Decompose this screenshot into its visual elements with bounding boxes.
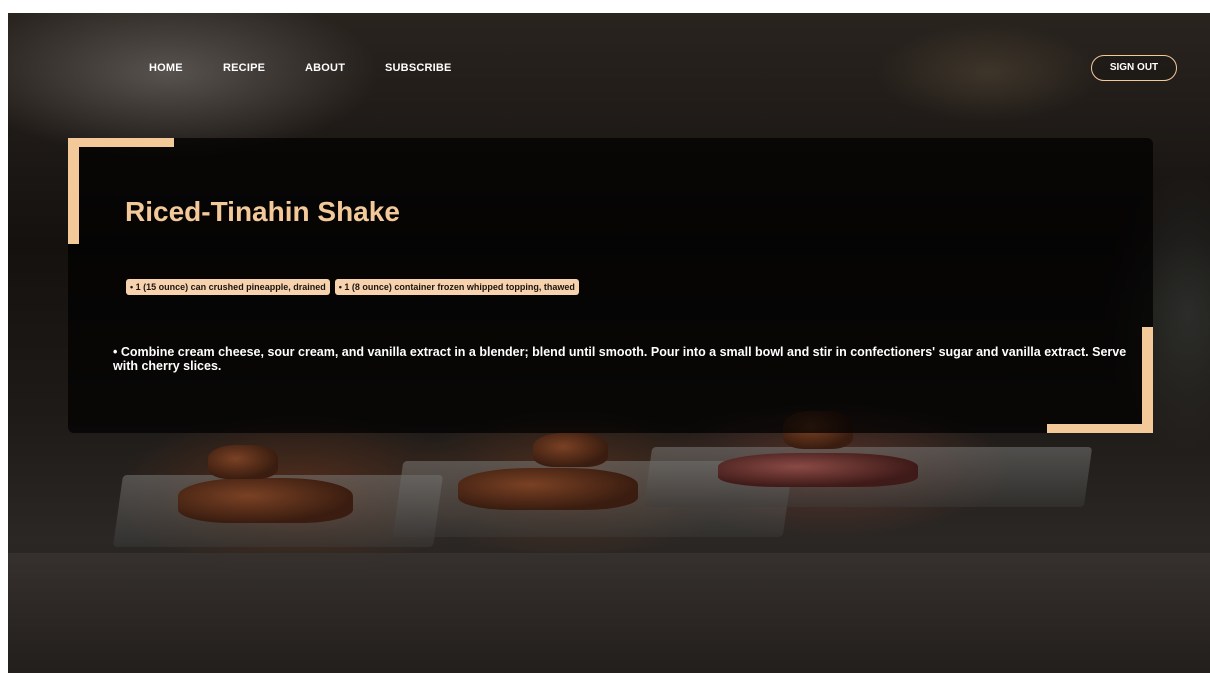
card-corner-accent [68, 138, 79, 244]
background-food [178, 478, 353, 523]
background-food [533, 433, 608, 467]
nav-subscribe-link[interactable]: SUBSCRIBE [385, 62, 452, 74]
background-food [458, 468, 638, 510]
card-corner-accent [1142, 327, 1153, 433]
ingredient-list: • 1 (15 ounce) can crushed pineapple, dr… [126, 279, 579, 295]
recipe-instructions: • Combine cream cheese, sour cream, and … [113, 345, 1127, 373]
background-counter [8, 553, 1210, 673]
top-navigation: HOME RECIPE ABOUT SUBSCRIBE SIGN OUT [8, 13, 1210, 113]
ingredient-chip: • 1 (15 ounce) can crushed pineapple, dr… [126, 279, 330, 295]
ingredient-chip: • 1 (8 ounce) container frozen whipped t… [334, 279, 579, 295]
nav-home-link[interactable]: HOME [149, 62, 183, 74]
card-corner-accent [68, 138, 174, 147]
nav-about-link[interactable]: ABOUT [305, 62, 345, 74]
background-food [208, 445, 278, 479]
sign-out-button[interactable]: SIGN OUT [1091, 55, 1177, 81]
hero-background: HOME RECIPE ABOUT SUBSCRIBE SIGN OUT Ric… [8, 13, 1210, 673]
card-corner-accent [1047, 424, 1153, 433]
recipe-title: Riced-Tinahin Shake [125, 196, 400, 227]
nav-recipe-link[interactable]: RECIPE [223, 62, 265, 74]
background-food [718, 453, 918, 487]
